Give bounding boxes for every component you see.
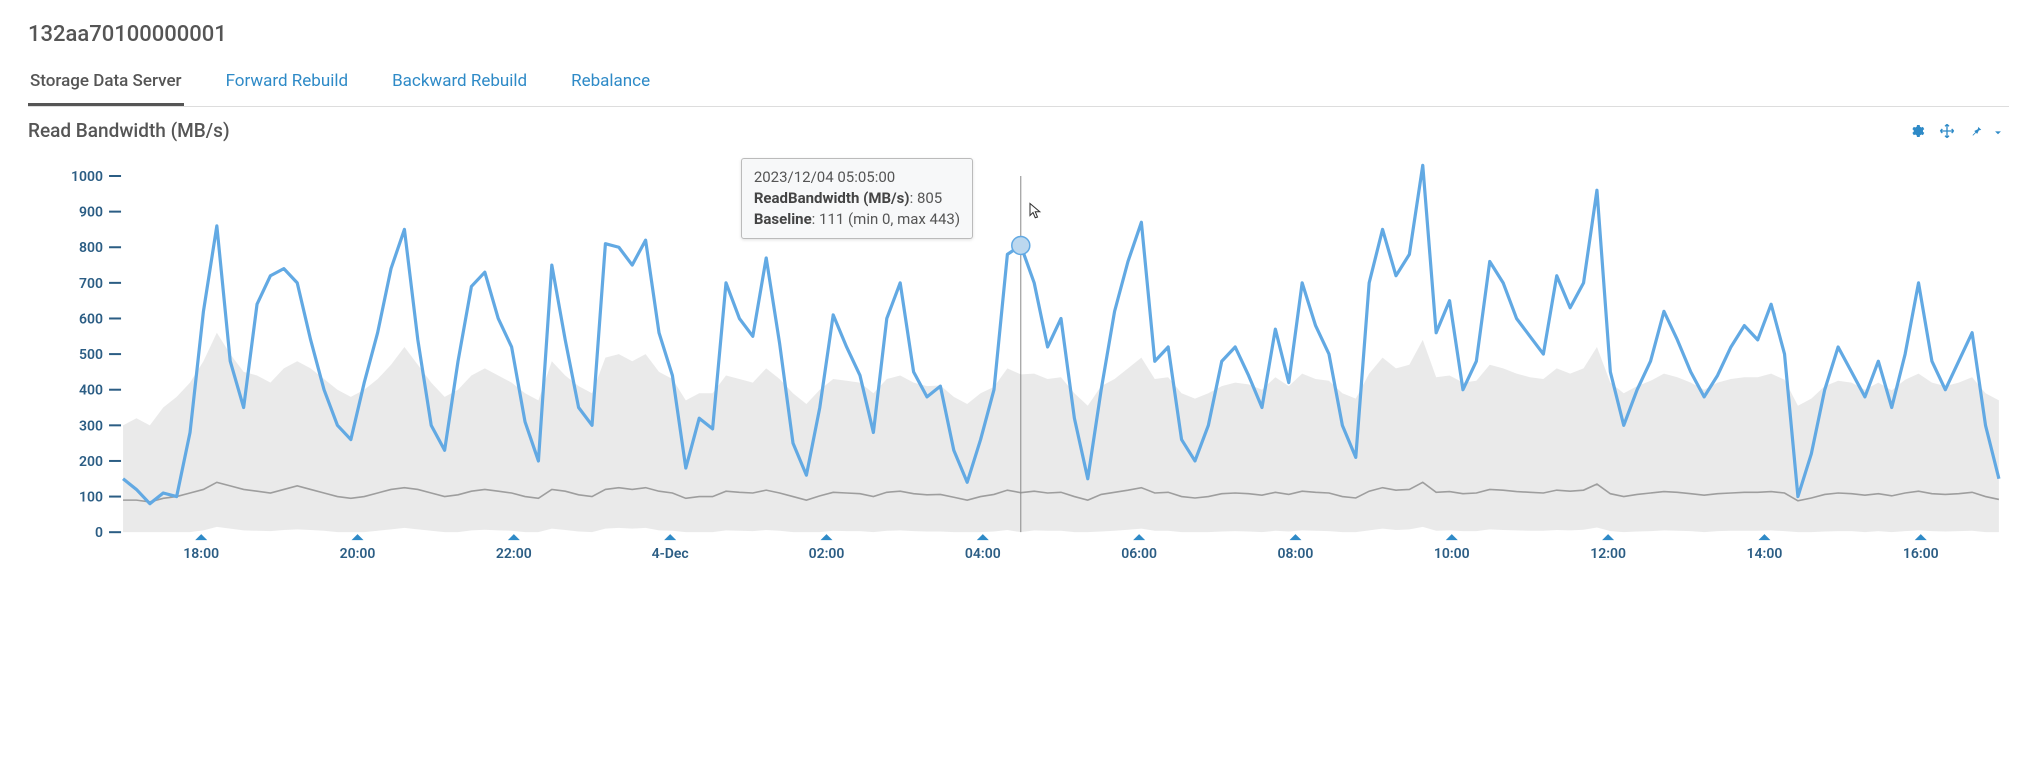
tooltip-baseline-row: Baseline: 111 (min 0, max 443) [754, 209, 960, 230]
svg-text:22:00: 22:00 [496, 546, 532, 562]
tooltip-metric-row: ReadBandwidth (MB/s): 805 [754, 188, 960, 209]
svg-text:200: 200 [79, 454, 103, 470]
svg-text:04:00: 04:00 [965, 546, 1001, 562]
svg-text:18:00: 18:00 [183, 546, 219, 562]
svg-text:16:00: 16:00 [1903, 546, 1939, 562]
chart-toolbar [1909, 123, 2009, 139]
chart-tooltip: 2023/12/04 05:05:00 ReadBandwidth (MB/s)… [741, 158, 973, 239]
svg-text:100: 100 [79, 490, 103, 506]
svg-text:14:00: 14:00 [1747, 546, 1783, 562]
svg-text:500: 500 [79, 347, 103, 363]
tab-backward-rebuild[interactable]: Backward Rebuild [390, 65, 529, 106]
gear-icon[interactable] [1909, 123, 1925, 139]
svg-text:1000: 1000 [71, 169, 103, 185]
tab-forward-rebuild[interactable]: Forward Rebuild [224, 65, 351, 106]
svg-text:800: 800 [79, 240, 103, 256]
svg-text:10:00: 10:00 [1434, 546, 1470, 562]
svg-text:08:00: 08:00 [1278, 546, 1314, 562]
svg-text:400: 400 [79, 383, 103, 399]
svg-text:06:00: 06:00 [1121, 546, 1157, 562]
svg-text:20:00: 20:00 [340, 546, 376, 562]
svg-text:0: 0 [95, 525, 103, 541]
svg-text:300: 300 [79, 418, 103, 434]
pin-icon[interactable] [1969, 123, 1985, 139]
svg-text:4-Dec: 4-Dec [652, 546, 689, 562]
svg-text:02:00: 02:00 [809, 546, 845, 562]
chart-title: Read Bandwidth (MB/s) [28, 119, 230, 142]
page-title: 132aa70100000001 [28, 22, 2009, 47]
tab-storage-data-server[interactable]: Storage Data Server [28, 65, 184, 106]
chart-area[interactable]: 0 100 200 300 400 500 600 700 800 900 1000 18:00 20:… [28, 148, 2009, 578]
tab-bar: Storage Data Server Forward Rebuild Backwa… [28, 65, 2009, 107]
svg-text:700: 700 [79, 276, 103, 292]
tooltip-time: 2023/12/04 05:05:00 [754, 167, 960, 188]
svg-text:900: 900 [79, 205, 103, 221]
svg-text:600: 600 [79, 311, 103, 327]
tab-rebalance[interactable]: Rebalance [569, 65, 652, 106]
chevron-down-icon[interactable] [1993, 123, 2009, 139]
svg-text:12:00: 12:00 [1590, 546, 1626, 562]
move-icon[interactable] [1939, 123, 1955, 139]
